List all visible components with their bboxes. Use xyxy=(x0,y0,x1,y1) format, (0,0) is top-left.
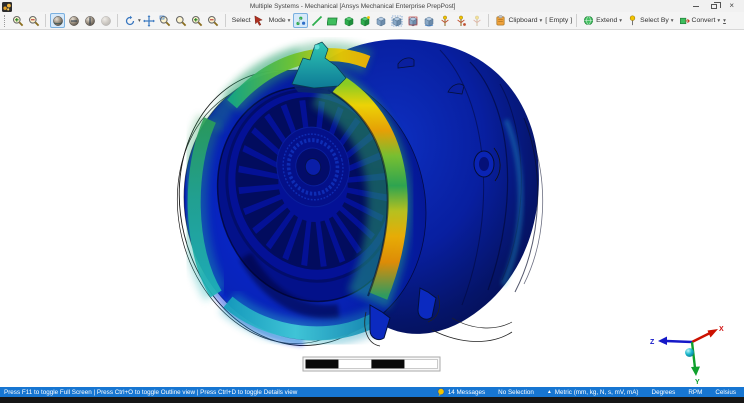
engine-model[interactable] xyxy=(156,39,543,366)
title-bar: Multiple Systems - Mechanical [Ansys Mec… xyxy=(0,0,744,12)
selection-status: No Selection xyxy=(498,389,534,396)
messages-count: 14 Messages xyxy=(448,389,485,396)
toolbar-overflow-icon[interactable]: ▾ xyxy=(723,18,726,24)
box-select-icon[interactable] xyxy=(389,13,404,28)
select-label: Select xyxy=(232,17,251,24)
box-volume-select-icon[interactable] xyxy=(405,13,420,28)
model-viewport[interactable]: X Z Y xyxy=(0,30,744,387)
pan-mode-icon[interactable] xyxy=(66,13,81,28)
magnifier-in-icon[interactable] xyxy=(190,13,205,28)
magnifier-out-icon[interactable] xyxy=(206,13,221,28)
isometric-view-icon[interactable] xyxy=(122,13,137,28)
face-select-icon[interactable] xyxy=(325,13,340,28)
toolbar-separator xyxy=(225,14,226,27)
window-title: Multiple Systems - Mechanical [Ansys Mec… xyxy=(12,3,693,10)
select-button[interactable]: Select xyxy=(230,15,266,26)
previous-view-icon[interactable] xyxy=(98,13,113,28)
triad-y-label: Y xyxy=(695,379,700,386)
units-label: Metric (mm, kg, N, s, mV, mA) xyxy=(555,389,639,396)
clipboard-icon xyxy=(495,15,506,26)
extend-dropdown[interactable]: Extend ▾ xyxy=(581,15,624,26)
angle-unit[interactable]: Degrees xyxy=(652,389,676,396)
triad-z-label: Z xyxy=(650,339,655,346)
convert-label: Convert xyxy=(692,17,716,24)
zoom-in-icon[interactable] xyxy=(10,13,25,28)
select-by-dropdown[interactable]: Select By ▾ xyxy=(625,15,675,26)
zoom-fit-icon[interactable] xyxy=(174,13,189,28)
single-select-icon[interactable] xyxy=(373,13,388,28)
convert-icon xyxy=(679,15,690,26)
lasso-select-icon[interactable] xyxy=(421,13,436,28)
extend-label: Extend xyxy=(596,17,617,24)
units-menu[interactable]: ▲ Metric (mm, kg, N, s, mV, mA) xyxy=(547,389,639,396)
select-by-dropdown-icon: ▾ xyxy=(671,18,674,24)
zoom-out-icon[interactable] xyxy=(26,13,41,28)
minimize-button[interactable] xyxy=(693,6,699,7)
restore-button[interactable] xyxy=(711,4,717,9)
select-cursor-icon xyxy=(253,15,264,26)
body-select-icon[interactable] xyxy=(341,13,356,28)
units-menu-arrow-icon: ▲ xyxy=(547,389,552,395)
vertex-select-icon[interactable] xyxy=(293,13,308,28)
toolbar-separator xyxy=(45,14,46,27)
window-controls: × xyxy=(693,2,744,10)
close-button[interactable]: × xyxy=(729,2,734,10)
convert-dropdown[interactable]: Convert ▾ xyxy=(677,15,723,26)
mode-label: Mode xyxy=(269,17,286,24)
triad-x-label: X xyxy=(719,326,724,333)
status-bar: Press F11 to toggle Full Screen | Press … xyxy=(0,387,744,397)
mode-dropdown[interactable]: Mode ▾ xyxy=(267,17,293,24)
ansys-mechanical-window: Multiple Systems - Mechanical [Ansys Mec… xyxy=(0,0,744,403)
orientation-triad[interactable]: X Z Y xyxy=(650,326,724,386)
statusbar-right: 14 Messages No Selection ▲ Metric (mm, k… xyxy=(437,388,736,396)
statusbar-hints: Press F11 to toggle Full Screen | Press … xyxy=(4,389,297,396)
label-flag-icon[interactable] xyxy=(437,13,452,28)
scene-svg[interactable]: X Z Y xyxy=(0,30,744,387)
toolbar-separator xyxy=(117,14,118,27)
scale-ruler xyxy=(303,357,440,371)
messages-icon xyxy=(437,388,445,396)
clipboard-state: [ Empty ] xyxy=(545,17,572,24)
extend-icon xyxy=(583,15,594,26)
pick-body-icon[interactable] xyxy=(357,13,372,28)
disabled-tool-icon xyxy=(469,13,484,28)
graphics-toolbar: ▾ Select Mode ▾ Clipboard ▾ xyxy=(0,12,744,30)
app-icon xyxy=(2,2,12,12)
toolbar-separator xyxy=(488,14,489,27)
clipboard-label: Clipboard xyxy=(508,17,537,24)
move-icon[interactable] xyxy=(142,13,157,28)
toolbar-separator xyxy=(576,14,577,27)
extend-dropdown-icon: ▾ xyxy=(619,18,622,24)
isometric-dropdown-icon[interactable]: ▾ xyxy=(138,18,141,24)
zoom-mode-icon[interactable] xyxy=(82,13,97,28)
toolbar-grip[interactable] xyxy=(4,15,7,27)
clipboard-dropdown-icon: ▾ xyxy=(540,18,543,24)
rotation-unit[interactable]: RPM xyxy=(688,389,702,396)
clipboard-dropdown[interactable]: Clipboard ▾ xyxy=(493,15,544,26)
temperature-unit[interactable]: Celsius xyxy=(715,389,736,396)
convert-dropdown-icon: ▾ xyxy=(717,18,720,24)
box-zoom-icon[interactable] xyxy=(158,13,173,28)
mode-dropdown-icon: ▾ xyxy=(288,18,291,24)
triad-origin-sphere xyxy=(685,348,694,357)
rotate-mode-icon[interactable] xyxy=(50,13,65,28)
edge-select-icon[interactable] xyxy=(309,13,324,28)
messages-button[interactable]: 14 Messages xyxy=(437,388,485,396)
select-by-pin-icon xyxy=(627,15,638,26)
select-by-label: Select By xyxy=(640,17,669,24)
probe-flag-icon[interactable] xyxy=(453,13,468,28)
bottom-strip xyxy=(0,397,744,403)
